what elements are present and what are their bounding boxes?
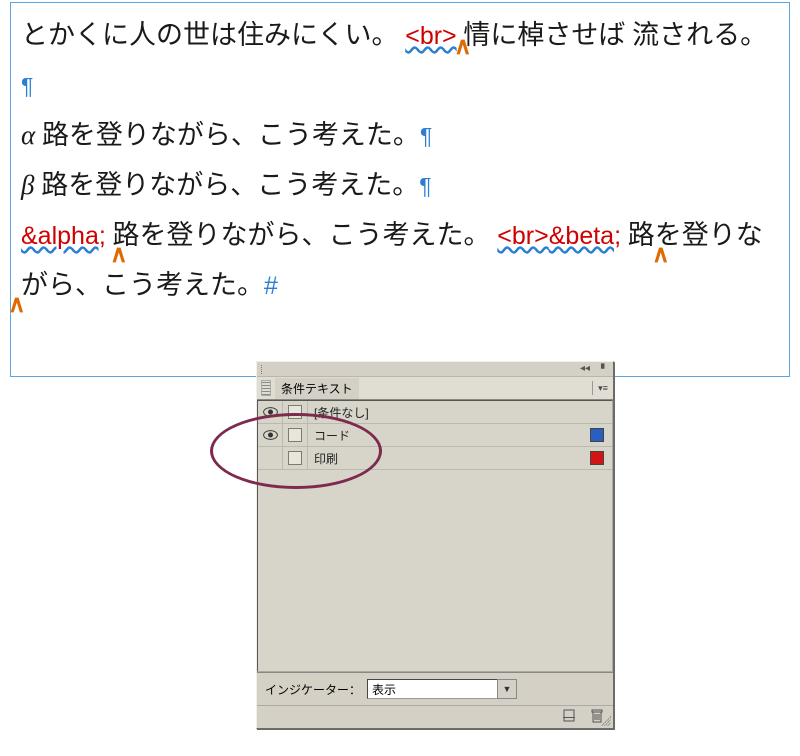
br-tag: <br> — [497, 222, 548, 250]
beta-entity: &beta; — [549, 222, 621, 250]
apply-box[interactable] — [283, 447, 308, 469]
condition-row-none[interactable]: [条件なし] — [258, 401, 612, 424]
drag-grip[interactable] — [261, 365, 267, 374]
body-text: 流される。 — [632, 20, 767, 50]
color-swatch — [590, 428, 604, 442]
condition-row-code[interactable]: コード — [258, 424, 612, 447]
indicator-label: インジケーター： — [265, 681, 361, 698]
condition-label: 印刷 — [308, 450, 590, 467]
panel-footer: インジケーター： 表示 ▼ — [257, 672, 613, 705]
br-tag: <br> — [405, 22, 456, 50]
pilcrow-icon: ¶ — [21, 73, 33, 99]
tab-grip-icon — [261, 380, 271, 396]
condition-label: コード — [308, 427, 590, 444]
body-text: 路を登りながら、こう考えた。 — [35, 120, 420, 150]
panel-actions — [257, 705, 613, 728]
flyout-menu-icon[interactable]: ▾≡ — [592, 381, 613, 395]
collapse-icon[interactable]: ◂◂ — [579, 364, 591, 374]
greek-alpha: α — [21, 120, 35, 150]
body-text: とかくに人の世は住みにくい。 — [21, 20, 398, 50]
apply-box[interactable] — [283, 401, 308, 423]
text-frame[interactable]: とかくに人の世は住みにくい。 <br> 情に棹させば 流される。 ¶ α 路を登り… — [10, 2, 790, 377]
conditional-text-panel: ◂◂ ▝ 条件テキスト ▾≡ [条件なし] コード 印刷 — [256, 361, 614, 729]
panel-tab[interactable]: 条件テキスト ▾≡ — [257, 377, 613, 400]
body-text: 路を登りながら、こう考えた。 — [34, 170, 419, 200]
condition-row-print[interactable]: 印刷 — [258, 447, 612, 470]
body-text: 情に棹させば — [463, 20, 625, 50]
panel-titlebar[interactable]: ◂◂ ▝ — [257, 362, 613, 377]
conditions-list: [条件なし] コード 印刷 — [257, 400, 613, 672]
resize-grip-icon[interactable] — [601, 716, 611, 726]
end-of-story-icon: # — [264, 272, 278, 300]
visibility-toggle[interactable] — [258, 447, 283, 469]
minimize-icon[interactable]: ▝ — [595, 364, 607, 374]
visibility-toggle[interactable] — [258, 424, 283, 446]
indicator-value: 表示 — [372, 681, 396, 698]
apply-box[interactable] — [283, 424, 308, 446]
pilcrow-icon: ¶ — [419, 173, 431, 199]
visibility-toggle[interactable] — [258, 401, 283, 423]
dropdown-icon[interactable]: ▼ — [497, 679, 517, 699]
alpha-entity: &alpha; — [21, 222, 106, 250]
greek-beta: β — [21, 170, 34, 200]
pilcrow-icon: ¶ — [420, 123, 432, 149]
body-text: 路を登りながら、こう考えた。 — [106, 220, 491, 250]
panel-tab-label: 条件テキスト — [275, 378, 359, 399]
color-swatch — [590, 451, 604, 465]
new-condition-icon[interactable] — [563, 709, 577, 725]
condition-label: [条件なし] — [308, 404, 604, 421]
indicator-select[interactable]: 表示 ▼ — [367, 679, 517, 699]
